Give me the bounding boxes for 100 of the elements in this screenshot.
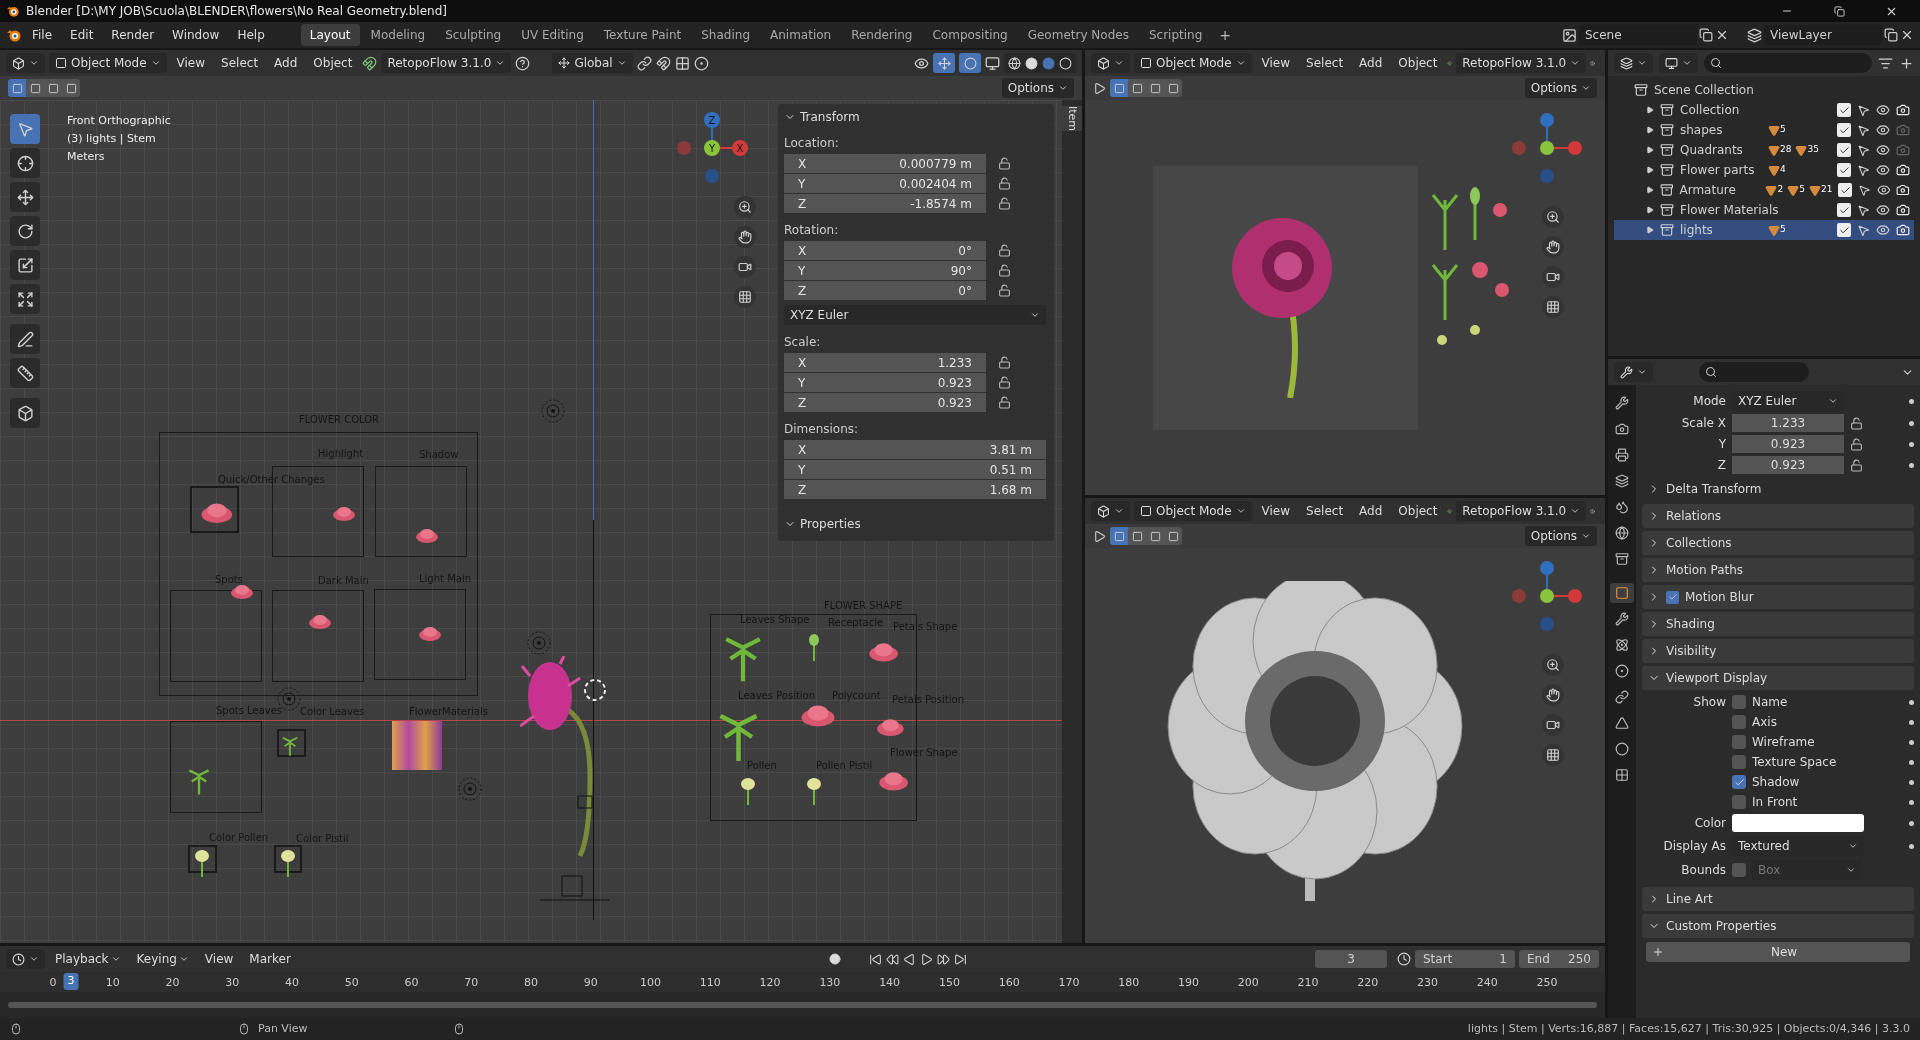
panel-header[interactable]: Line Art — [1642, 887, 1914, 911]
workspace-tab[interactable]: Compositing — [923, 24, 1017, 46]
panel-header[interactable]: Visibility — [1642, 639, 1914, 663]
number-field[interactable]: Y 90° — [784, 261, 986, 280]
menu-item[interactable]: View — [1255, 502, 1297, 520]
menu-item[interactable]: File — [24, 24, 61, 46]
field-label: Y — [1717, 436, 1726, 453]
options-dropdown[interactable]: Options — [1001, 78, 1074, 98]
menu-item[interactable]: Help — [229, 24, 273, 46]
orientation-dropdown[interactable]: Global — [552, 53, 633, 73]
workspace-tab[interactable]: Shading — [692, 24, 759, 46]
menu-item[interactable]: Object — [1392, 54, 1444, 72]
start-frame-field[interactable]: Start 1 — [1415, 950, 1515, 968]
checkbox-label[interactable]: Axis — [1752, 713, 1903, 731]
options-dropdown[interactable]: Options — [1524, 526, 1597, 546]
number-field[interactable]: Y 0.923 — [784, 373, 986, 392]
mode-dropdown[interactable]: XYZ Euler — [1732, 391, 1844, 411]
tree-item[interactable]: Flower parts 4 — [1614, 160, 1914, 180]
panel-header[interactable]: Motion Paths — [1642, 558, 1914, 582]
number-field[interactable]: X 1.233 — [784, 353, 986, 372]
mode-dropdown[interactable]: Object Mode — [1134, 501, 1252, 521]
workspace-tab[interactable]: Animation — [761, 24, 841, 46]
tree-item[interactable]: Quadrants 28 35 — [1614, 140, 1914, 160]
menu-item[interactable]: Edit — [62, 24, 102, 46]
axis-gizmo-drawing[interactable]: Z Y X — [676, 108, 760, 192]
panel-title[interactable]: Transform — [800, 108, 860, 126]
number-field[interactable]: 1.233 — [1732, 414, 1844, 432]
tree-item[interactable]: Collection — [1614, 100, 1914, 120]
current-frame-field[interactable]: 3 — [1315, 950, 1387, 968]
workspace-tab[interactable]: Geometry Nodes — [1018, 24, 1138, 46]
panel-header[interactable]: Viewport Display — [1642, 666, 1914, 690]
menu-item[interactable]: Window — [164, 24, 228, 46]
number-field[interactable]: Z 1.68 m — [784, 480, 1046, 499]
workspace-tab[interactable]: Texture Paint — [594, 24, 691, 46]
number-field[interactable]: Z 0° — [784, 281, 986, 300]
panel-header[interactable]: Shading — [1642, 612, 1914, 636]
number-field[interactable]: X 0° — [784, 241, 986, 260]
panel-title[interactable]: Properties — [800, 515, 861, 533]
workspace-tab[interactable]: Rendering — [842, 24, 922, 46]
menu-item[interactable]: Select — [215, 54, 265, 72]
checkbox-label[interactable]: Name — [1752, 693, 1903, 711]
menu-item[interactable]: Marker — [243, 950, 297, 968]
number-field[interactable]: Z 0.923 — [784, 393, 986, 412]
checkbox-label[interactable]: Wireframe — [1752, 733, 1903, 751]
display-as-dropdown[interactable]: Textured — [1732, 836, 1864, 856]
addon-dropdown[interactable]: RetopoFlow 3.1.0 — [1456, 501, 1587, 521]
number-field[interactable]: Y 0.51 m — [784, 460, 1046, 479]
menu-item[interactable]: Playback — [49, 950, 127, 968]
sidebar-tab[interactable]: Item — [1057, 106, 1082, 132]
menu-item[interactable]: View — [1255, 54, 1297, 72]
frame-number: 170 — [1058, 975, 1080, 991]
menu-item[interactable]: Add — [268, 54, 304, 72]
tree-item[interactable]: lights 5 — [1614, 220, 1914, 240]
scene-field[interactable]: Scene — [1579, 25, 1697, 45]
options-dropdown[interactable]: Options — [1524, 78, 1597, 98]
tree-item[interactable]: shapes 5 — [1614, 120, 1914, 140]
add-workspace-button[interactable]: + — [1213, 24, 1238, 46]
number-field[interactable]: Z -1.8574 m — [784, 194, 986, 213]
rotation-mode-dropdown[interactable]: XYZ Euler — [784, 305, 1046, 325]
checkbox-label[interactable]: Shadow — [1752, 773, 1903, 791]
menu-item[interactable]: Object — [307, 54, 359, 72]
menu-item[interactable]: Object — [1392, 502, 1444, 520]
number-field[interactable]: 0.923 — [1732, 456, 1844, 474]
checkbox-label[interactable]: In Front — [1752, 793, 1903, 811]
panel-header[interactable]: Collections — [1642, 531, 1914, 555]
tree-item[interactable]: Armature 2 5 21 — [1614, 180, 1914, 200]
new-button[interactable]: New — [1646, 942, 1910, 962]
menu-item[interactable]: Select — [1300, 502, 1350, 520]
number-field[interactable]: X 0.000779 m — [784, 154, 986, 173]
number-field[interactable]: X 3.81 m — [784, 440, 1046, 459]
menu-item[interactable]: Keying — [130, 950, 195, 968]
menu-item[interactable]: Add — [1353, 54, 1389, 72]
addon-dropdown[interactable]: RetopoFlow 3.1.0 — [1456, 53, 1587, 73]
tree-item[interactable]: Flower Materials — [1614, 200, 1914, 220]
playhead[interactable]: 3 — [63, 973, 79, 990]
mode-dropdown[interactable]: Object Mode — [1134, 53, 1252, 73]
panel-header[interactable]: Motion Blur — [1642, 585, 1914, 609]
view-layer-field[interactable]: ViewLayer — [1764, 25, 1882, 45]
number-field[interactable]: 0.923 — [1732, 435, 1844, 453]
workspace-tab[interactable]: Scripting — [1139, 24, 1212, 46]
workspace-tab[interactable]: Layout — [300, 24, 360, 46]
menu-item[interactable]: Add — [1353, 502, 1389, 520]
panel-header[interactable]: Relations — [1642, 504, 1914, 528]
mode-dropdown[interactable]: Object Mode — [49, 53, 167, 73]
tree-item[interactable]: Scene Collection — [1654, 81, 1754, 99]
panel-header[interactable]: Custom Properties — [1642, 914, 1914, 938]
menu-item[interactable]: View — [170, 54, 212, 72]
panel-header[interactable]: Delta Transform — [1642, 477, 1914, 501]
menu-item[interactable]: Select — [1300, 54, 1350, 72]
addon-dropdown[interactable]: RetopoFlow 3.1.0 — [381, 53, 512, 73]
number-field[interactable]: Y 0.002404 m — [784, 174, 986, 193]
count-label: 5 — [1799, 183, 1805, 197]
menu-item[interactable]: View — [198, 950, 240, 968]
checkbox-label[interactable]: Texture Space — [1752, 753, 1903, 771]
menu-item[interactable]: Render — [103, 24, 163, 46]
frame-number: 110 — [699, 975, 721, 991]
workspace-tab[interactable]: UV Editing — [512, 24, 593, 46]
end-frame-field[interactable]: End 250 — [1519, 950, 1599, 968]
workspace-tab[interactable]: Modeling — [361, 24, 435, 46]
workspace-tab[interactable]: Sculpting — [436, 24, 511, 46]
